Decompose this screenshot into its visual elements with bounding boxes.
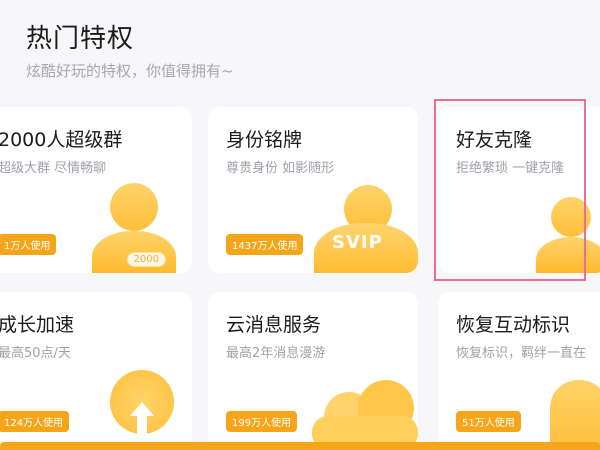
card-desc: 超级大群 尽情畅聊	[0, 161, 107, 176]
card-title: 身份铭牌	[226, 129, 303, 151]
card-title: 恢复互动标识	[456, 314, 571, 336]
card-desc: 最高2年消息漫游	[226, 346, 326, 361]
privilege-card-restore-interaction[interactable]: 恢复互动标识 恢复标识，羁绊一直在 51万人使用	[438, 292, 600, 450]
sun-arrow-icon	[102, 362, 182, 442]
svip-text: SVIP	[332, 232, 383, 253]
badge-icon	[550, 372, 600, 450]
selection-highlight	[434, 99, 586, 281]
bottom-action-bar[interactable]	[0, 442, 600, 450]
section-subtitle: 炫酷好玩的特权，你值得拥有~	[26, 62, 234, 80]
usage-badge: 1437万人使用	[226, 234, 304, 255]
usage-badge: 124万人使用	[0, 411, 70, 432]
privilege-card-super-group[interactable]: 2000人超级群 超级大群 尽情畅聊 1万人使用 2000	[0, 107, 192, 273]
person-icon: 2000	[92, 177, 176, 273]
privilege-card-cloud-message[interactable]: 云消息服务 最高2年消息漫游 199万人使用	[208, 292, 418, 450]
group-size-badge: 2000	[126, 252, 166, 267]
svip-plate-icon: SVIP	[314, 177, 418, 273]
privilege-card-identity-plate[interactable]: 身份铭牌 尊贵身份 如影随形 1437万人使用 SVIP	[208, 107, 418, 273]
privilege-card-growth-boost[interactable]: 成长加速 最高50点/天 124万人使用	[0, 292, 192, 450]
card-desc: 最高50点/天	[0, 346, 71, 361]
cloud-icon	[312, 372, 418, 450]
card-title: 成长加速	[0, 314, 75, 336]
usage-badge: 199万人使用	[226, 411, 298, 432]
usage-badge: 1万人使用	[0, 234, 57, 255]
card-desc: 尊贵身份 如影随形	[226, 161, 335, 176]
card-title: 2000人超级群	[0, 129, 123, 151]
card-desc: 恢复标识，羁绊一直在	[456, 346, 587, 361]
section-title: 热门特权	[26, 24, 135, 54]
card-title: 云消息服务	[226, 314, 322, 336]
usage-badge: 51万人使用	[456, 411, 521, 432]
